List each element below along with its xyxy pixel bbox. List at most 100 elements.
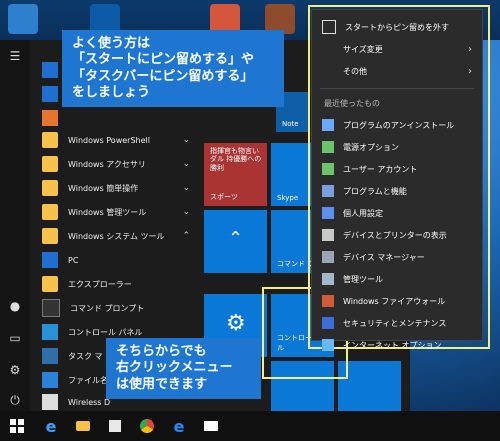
callout-top-line1: よく使う方は [72, 36, 151, 51]
windows-start-icon[interactable] [10, 419, 24, 433]
app-icon-row-3[interactable] [30, 106, 198, 130]
recent-label: 個人用設定 [343, 208, 383, 218]
recent-item-uninstall[interactable]: プログラムのアンインストール [312, 114, 482, 136]
programs-features-icon [322, 185, 334, 197]
chevron-down-icon[interactable]: ⌄ [182, 207, 190, 217]
callout-bottom-line2: 右クリックメニュー [116, 360, 233, 376]
recent-item-programs-features[interactable]: プログラムと機能 [312, 180, 482, 202]
command-prompt-icon [42, 299, 60, 317]
context-item-unpin[interactable]: スタートからピン留めを外す [312, 16, 482, 38]
app-windows-accessories[interactable]: Windows アクセサリ ⌄ [30, 152, 198, 176]
app-windows-system-tools[interactable]: Windows システム ツール ⌃ [30, 224, 198, 248]
start-left-rail: ☰ ● ▭ ⚙ ⏻ [0, 40, 30, 411]
chevron-down-icon[interactable]: ⌄ [182, 159, 190, 169]
user-icon[interactable]: ● [7, 298, 23, 314]
recent-label: プログラムのアンインストール [343, 120, 455, 130]
media-icon [42, 110, 58, 126]
store-icon[interactable] [108, 419, 122, 433]
power-icon[interactable]: ⏻ [7, 392, 23, 408]
security-maintenance-icon [322, 317, 334, 329]
tile-news-text: 指揮官も物言い ダル 持優勝への 勝利 [210, 147, 262, 172]
context-separator [320, 88, 474, 89]
app-label: ファイル名 [68, 375, 108, 385]
recent-item-device-manager[interactable]: デバイス マネージャー [312, 246, 482, 268]
mail-icon[interactable] [204, 419, 218, 433]
recent-label: 管理ツール [343, 274, 383, 284]
chevron-up-icon[interactable]: ⌃ [182, 231, 190, 241]
app-windows-admin-tools[interactable]: Windows 管理ツール ⌄ [30, 200, 198, 224]
pc-icon [42, 252, 58, 268]
chevron-right-icon: › [468, 43, 472, 55]
gear-icon: ⚙ [226, 311, 246, 336]
settings-icon[interactable]: ⚙ [7, 362, 23, 378]
file-explorer-icon[interactable] [76, 419, 90, 433]
recent-item-security-maintenance[interactable]: セキュリティとメンテナンス [312, 312, 482, 334]
context-menu: スタートからピン留めを外す サイズ変更 › その他 › 最近使ったもの プログラ… [311, 9, 483, 351]
context-item-label: サイズ変更 [343, 44, 383, 54]
tile-up-arrow[interactable]: ⌃ [204, 210, 267, 273]
callout-bottom-line3: は使用できます [116, 376, 208, 392]
blank-icon [322, 43, 334, 55]
callout-top-line3: 「タスクバーにピン留めする」 [72, 68, 254, 84]
app-label: Windows システム ツール [68, 231, 165, 241]
blank-icon [322, 65, 334, 77]
folder-icon [42, 156, 58, 172]
recent-item-devices-printers[interactable]: デバイスとプリンターの表示 [312, 224, 482, 246]
chevron-down-icon[interactable]: ⌄ [182, 183, 190, 193]
tile-skype-label: Skype [277, 194, 299, 202]
internet-explorer-icon[interactable]: e [172, 417, 186, 436]
app-command-prompt[interactable]: コマンド プロンプト [30, 296, 198, 320]
chrome-icon[interactable] [140, 419, 154, 433]
context-item-label: その他 [343, 66, 367, 76]
file-icon [42, 372, 58, 388]
store-bag [109, 420, 121, 432]
recent-label: デバイスとプリンターの表示 [343, 230, 447, 240]
callout-top-line2: 「スタートにピン留めする」や [72, 52, 255, 68]
firewall-icon [322, 295, 334, 307]
app-explorer[interactable]: エクスプローラー [30, 272, 198, 296]
admin-tools-icon [322, 273, 334, 285]
chevron-down-icon[interactable]: ⌄ [182, 135, 190, 145]
app-label: エクスプローラー [68, 279, 132, 289]
recent-label: 電源オプション [343, 142, 399, 152]
tile-news[interactable]: 指揮官も物言い ダル 持優勝への 勝利 スポーツ [204, 143, 267, 206]
recent-item-power-options[interactable]: 電源オプション [312, 136, 482, 158]
recent-label: Windows ファイアウォール [343, 296, 446, 306]
app-pc[interactable]: PC [30, 248, 198, 272]
mail-envelope [204, 421, 218, 431]
app-windows-powershell[interactable]: Windows PowerShell ⌄ [30, 128, 198, 152]
context-item-label: スタートからピン留めを外す [345, 22, 449, 32]
taskbar: e e [0, 411, 500, 441]
context-item-more[interactable]: その他 › [312, 60, 482, 82]
uninstall-icon [322, 119, 334, 131]
user-accounts-icon [322, 163, 334, 175]
windows-logo-icon [10, 419, 24, 433]
recent-item-personalize[interactable]: 個人用設定 [312, 202, 482, 224]
task-manager-icon [42, 348, 58, 364]
desktop-icon-1[interactable] [8, 4, 38, 34]
recent-item-firewall[interactable]: Windows ファイアウォール [312, 290, 482, 312]
windows-tile-icon [42, 62, 58, 78]
chevron-up-icon: ⌃ [228, 228, 244, 249]
app-label: PC [68, 255, 79, 265]
callout-top: よく使う方は 「スタートにピン留めする」や 「タスクバーにピン留めする」 をしま… [62, 30, 284, 107]
recent-item-internet-options[interactable]: インターネット オプション [312, 334, 482, 356]
hamburger-menu-icon[interactable]: ☰ [7, 48, 23, 64]
app-label: コマンド プロンプト [70, 303, 145, 313]
context-item-resize[interactable]: サイズ変更 › [312, 38, 482, 60]
internet-options-icon [322, 339, 334, 351]
power-options-icon [322, 141, 334, 153]
app-label: Windows アクセサリ [68, 159, 146, 169]
edge-icon[interactable]: e [44, 417, 58, 436]
recent-label: デバイス マネージャー [343, 252, 425, 262]
tile-label: Note [282, 120, 299, 128]
documents-icon[interactable]: ▭ [7, 330, 23, 346]
explorer-icon [42, 276, 58, 292]
recent-item-admin-tools[interactable]: 管理ツール [312, 268, 482, 290]
app-windows-ease-of-access[interactable]: Windows 簡単操作 ⌄ [30, 176, 198, 200]
callout-top-line4: をしましょう [72, 84, 151, 100]
wireless-icon [42, 394, 58, 410]
recent-label: プログラムと機能 [343, 186, 407, 196]
recent-item-user-accounts[interactable]: ユーザー アカウント [312, 158, 482, 180]
device-manager-icon [322, 251, 334, 263]
